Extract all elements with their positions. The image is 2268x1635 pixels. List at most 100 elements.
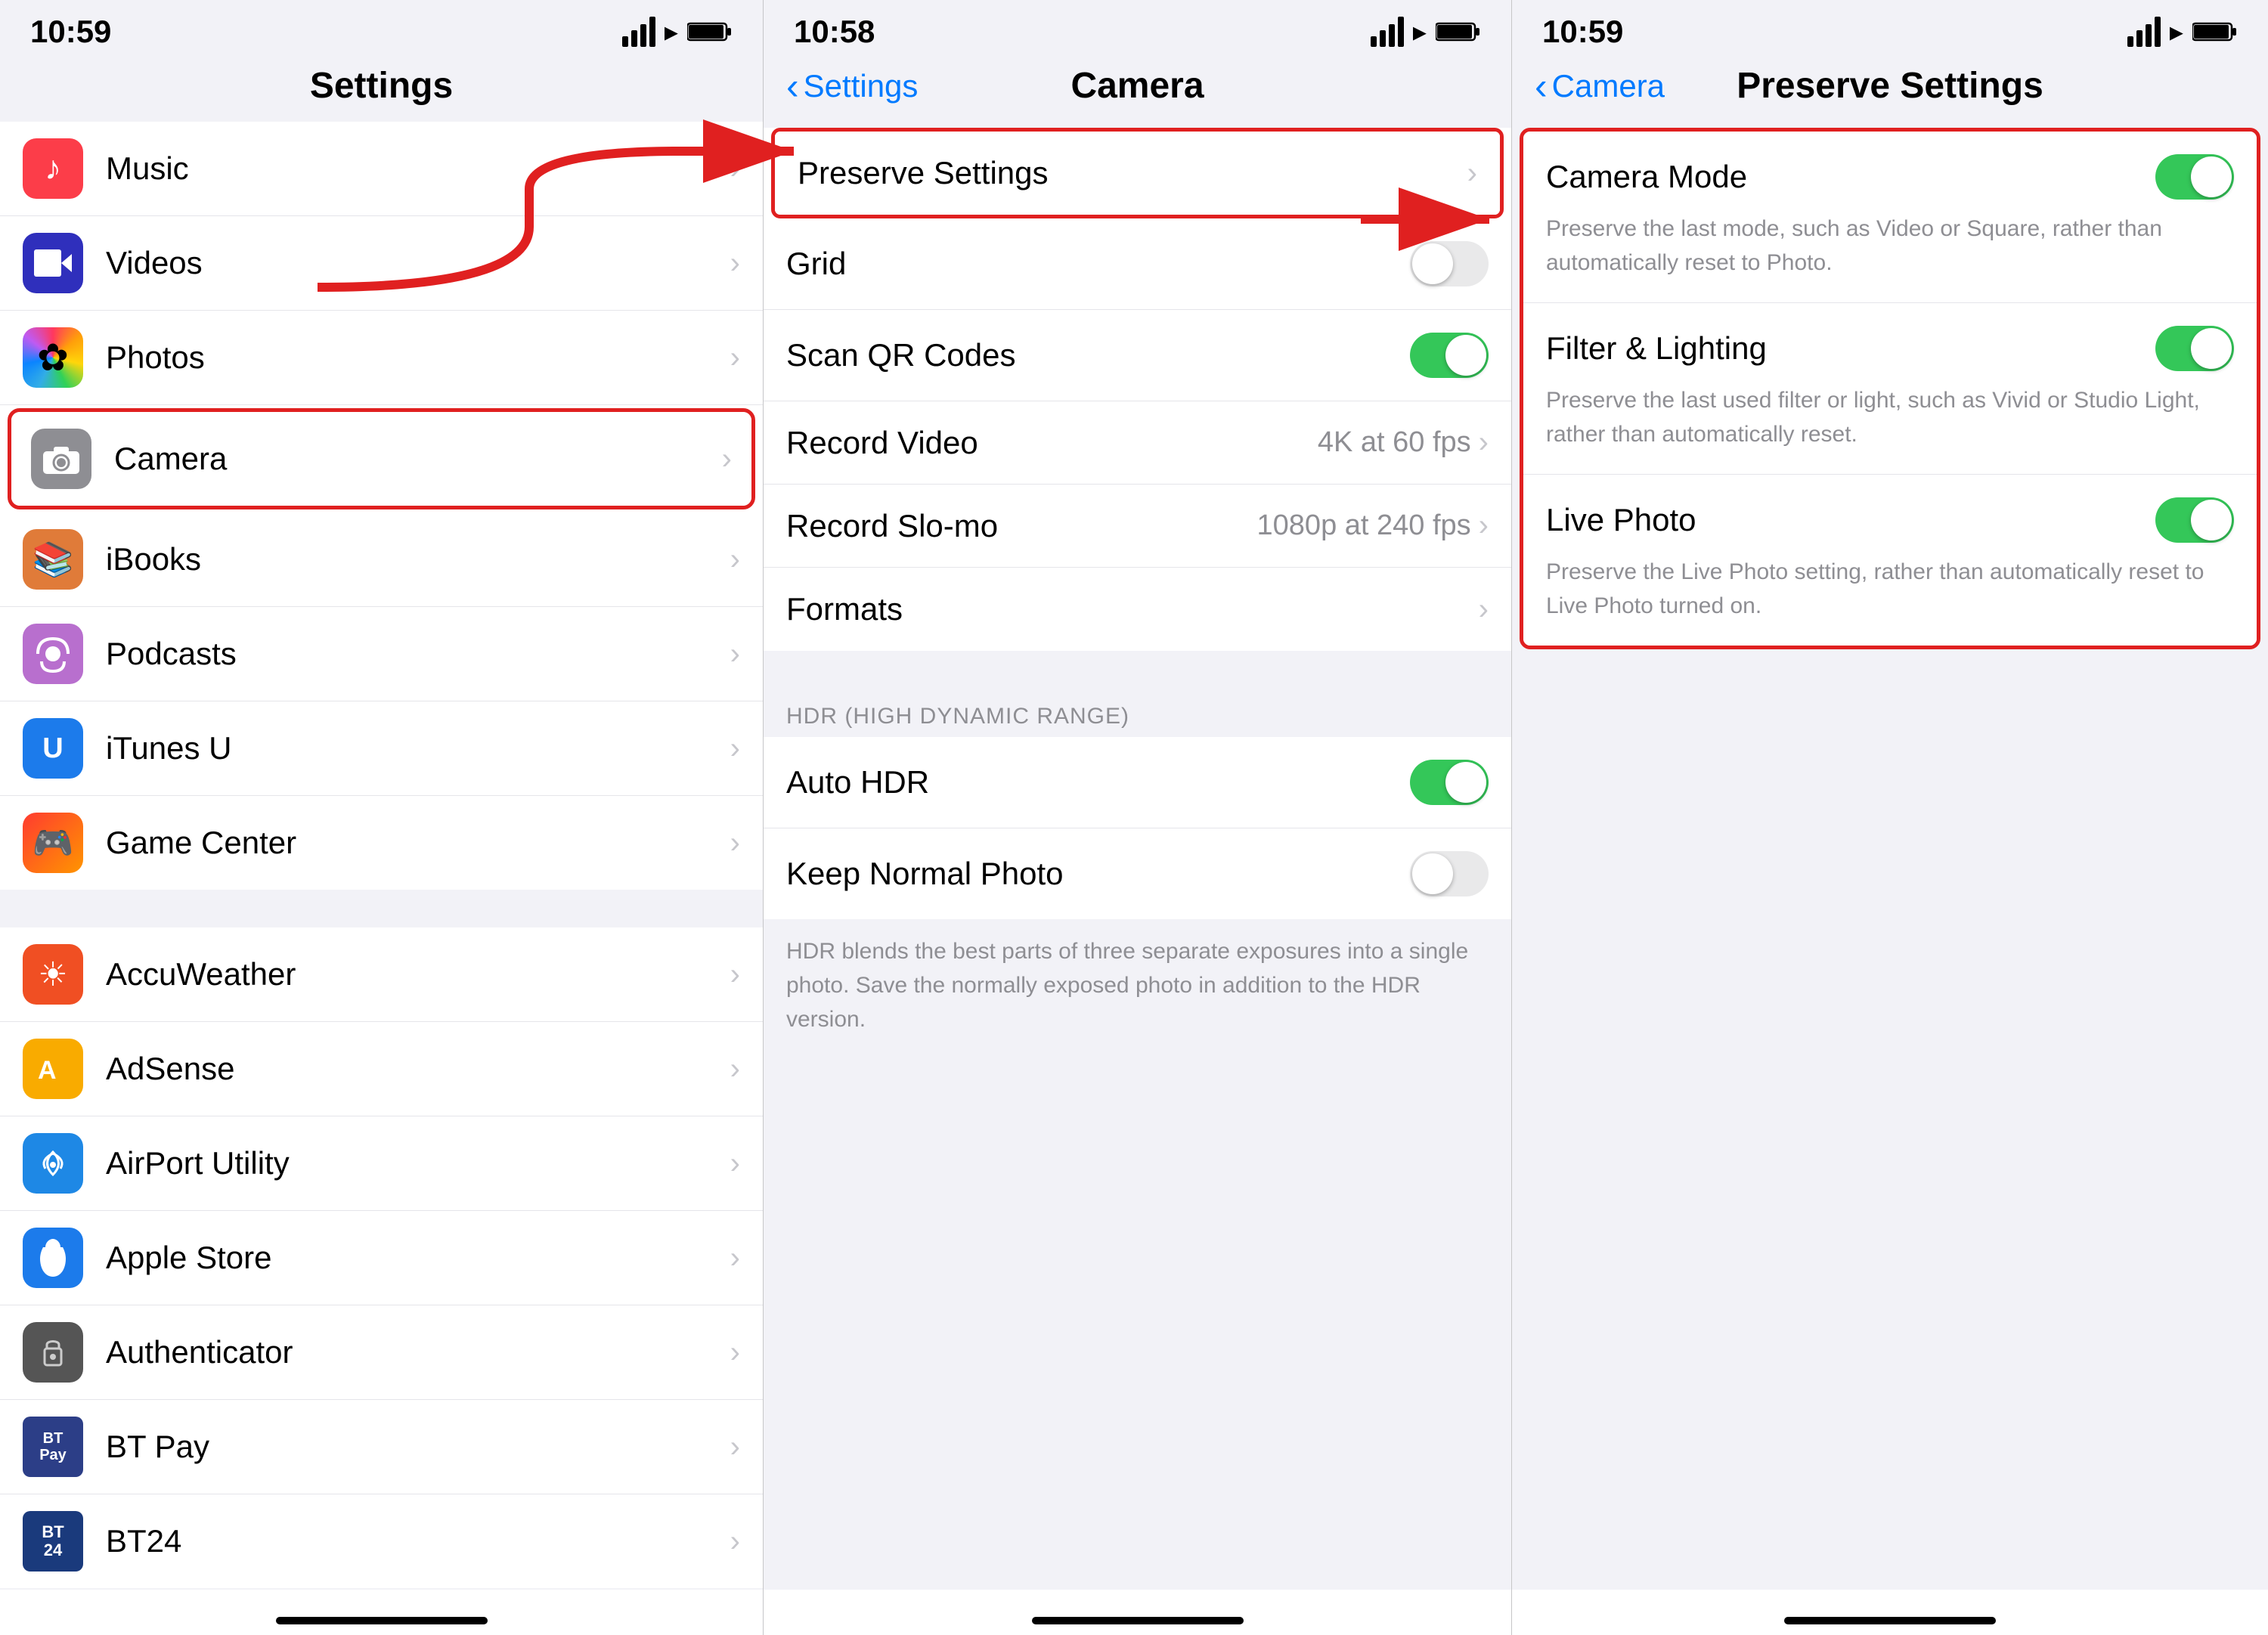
home-bar-2: [1032, 1617, 1244, 1624]
camera-mode-label: Camera Mode: [1546, 159, 2155, 195]
filter-lighting-label: Filter & Lighting: [1546, 330, 2155, 367]
auto-hdr-toggle[interactable]: [1410, 760, 1489, 805]
home-bar-3: [1784, 1617, 1996, 1624]
settings-panel: 10:59 ▸ Settings: [0, 0, 764, 1635]
adsense-label: AdSense: [106, 1051, 730, 1087]
status-bar-1: 10:59 ▸: [0, 0, 763, 57]
preserve-settings-label: Preserve Settings: [798, 155, 1467, 191]
grid-toggle[interactable]: [1410, 241, 1489, 286]
camera-mode-toggle[interactable]: [2155, 154, 2234, 200]
grid-item[interactable]: Grid: [764, 218, 1511, 310]
podcasts-icon: [23, 624, 83, 684]
settings-item-ibooks[interactable]: 📚 iBooks ›: [0, 512, 763, 607]
live-photo-toggle[interactable]: [2155, 497, 2234, 543]
auto-hdr-item[interactable]: Auto HDR: [764, 737, 1511, 828]
filter-lighting-row: Filter & Lighting: [1546, 326, 2234, 371]
keep-normal-photo-item[interactable]: Keep Normal Photo: [764, 828, 1511, 919]
home-indicator-1: [0, 1590, 763, 1635]
camera-mode-item[interactable]: Camera Mode Preserve the last mode, such…: [1523, 132, 2257, 303]
itunes-u-label: iTunes U: [106, 730, 730, 766]
settings-item-game-center[interactable]: 🎮 Game Center ›: [0, 796, 763, 890]
settings-item-photos[interactable]: ✿ Photos ›: [0, 311, 763, 405]
bt24-label: BT24: [106, 1523, 730, 1559]
status-icons-3: ▸: [2127, 16, 2238, 48]
grid-label: Grid: [786, 246, 1410, 282]
wifi-icon-2: ▸: [1413, 16, 1427, 48]
ibooks-label: iBooks: [106, 541, 730, 578]
signal-icon-3: [2127, 17, 2161, 47]
record-video-value: 4K at 60 fps: [1318, 426, 1471, 459]
home-indicator-2: [764, 1590, 1511, 1635]
scan-qr-toggle[interactable]: [1410, 333, 1489, 378]
time-3: 10:59: [1542, 14, 1623, 50]
keep-normal-photo-toggle[interactable]: [1410, 851, 1489, 896]
live-photo-desc: Preserve the Live Photo setting, rather …: [1546, 555, 2234, 623]
record-slomo-item[interactable]: Record Slo-mo 1080p at 240 fps ›: [764, 485, 1511, 568]
filter-lighting-toggle[interactable]: [2155, 326, 2234, 371]
time-1: 10:59: [30, 14, 111, 50]
settings-section-1: ♪ Music › Videos › ✿: [0, 122, 763, 890]
settings-item-videos[interactable]: Videos ›: [0, 216, 763, 311]
settings-item-adsense[interactable]: A AdSense ›: [0, 1022, 763, 1116]
game-center-label: Game Center: [106, 825, 730, 861]
camera-label: Camera: [114, 441, 722, 477]
nav-bar-2: ‹ Settings Camera: [764, 57, 1511, 122]
airport-utility-label: AirPort Utility: [106, 1145, 730, 1181]
live-photo-row: Live Photo: [1546, 497, 2234, 543]
nav-bar-3: ‹ Camera Preserve Settings: [1512, 57, 2268, 122]
auto-hdr-label: Auto HDR: [786, 764, 1410, 800]
settings-item-itunes-u[interactable]: U iTunes U ›: [0, 701, 763, 796]
videos-icon: [23, 233, 83, 293]
music-label: Music: [106, 150, 730, 187]
accuweather-label: AccuWeather: [106, 956, 730, 992]
authenticator-icon: [23, 1322, 83, 1383]
back-button-2[interactable]: ‹ Settings: [786, 67, 918, 105]
page-title-2: Camera: [1070, 65, 1204, 107]
preserve-settings-panel: 10:59 ▸ ‹ Camera: [1512, 0, 2268, 1635]
status-icons-1: ▸: [622, 16, 733, 48]
record-video-item[interactable]: Record Video 4K at 60 fps ›: [764, 401, 1511, 485]
battery-icon-2: [1436, 20, 1481, 43]
filter-lighting-desc: Preserve the last used filter or light, …: [1546, 383, 2234, 451]
camera-item-wrapper: Camera ›: [8, 408, 755, 509]
preserve-items-wrapper: Camera Mode Preserve the last mode, such…: [1520, 128, 2260, 649]
itunes-u-icon: U: [23, 718, 83, 779]
live-photo-label: Live Photo: [1546, 502, 2155, 538]
camera-icon: [31, 429, 91, 489]
settings-item-airport-utility[interactable]: AirPort Utility ›: [0, 1116, 763, 1211]
authenticator-label: Authenticator: [106, 1334, 730, 1370]
back-button-3[interactable]: ‹ Camera: [1535, 67, 1665, 105]
back-label-2: Settings: [804, 68, 919, 104]
record-slomo-value: 1080p at 240 fps: [1257, 509, 1471, 542]
live-photo-item[interactable]: Live Photo Preserve the Live Photo setti…: [1523, 475, 2257, 646]
apple-store-label: Apple Store: [106, 1240, 730, 1276]
settings-item-bt24[interactable]: BT24 BT24 ›: [0, 1494, 763, 1588]
settings-item-podcasts[interactable]: Podcasts ›: [0, 607, 763, 701]
back-arrow-icon-3: ‹: [1535, 67, 1548, 105]
signal-icon-2: [1371, 17, 1404, 47]
photos-icon: ✿: [23, 327, 83, 388]
nav-bar-1: Settings: [0, 57, 763, 122]
preserve-settings-item[interactable]: Preserve Settings ›: [775, 132, 1500, 215]
hdr-description: HDR blends the best parts of three separ…: [764, 919, 1511, 1059]
music-icon: ♪: [23, 138, 83, 199]
photos-label: Photos: [106, 339, 730, 376]
section-gap-1: [0, 890, 763, 927]
settings-item-apple-store[interactable]: Apple Store ›: [0, 1211, 763, 1305]
scan-qr-item[interactable]: Scan QR Codes: [764, 310, 1511, 401]
airport-icon: [23, 1133, 83, 1194]
settings-item-music[interactable]: ♪ Music ›: [0, 122, 763, 216]
time-2: 10:58: [794, 14, 875, 50]
settings-item-camera[interactable]: Camera ›: [11, 412, 751, 506]
camera-settings-list: Preserve Settings › Grid Scan QR Codes: [764, 122, 1511, 1590]
settings-item-accuweather[interactable]: ☀ AccuWeather ›: [0, 927, 763, 1022]
status-bar-2: 10:58 ▸: [764, 0, 1511, 57]
page-title-1: Settings: [310, 65, 453, 107]
filter-lighting-item[interactable]: Filter & Lighting Preserve the last used…: [1523, 303, 2257, 475]
formats-item[interactable]: Formats ›: [764, 568, 1511, 651]
wifi-icon-3: ▸: [2170, 16, 2183, 48]
signal-icon: [622, 17, 655, 47]
settings-item-bt-pay[interactable]: BTPay BT Pay ›: [0, 1400, 763, 1494]
accuweather-icon: ☀: [23, 944, 83, 1005]
settings-item-authenticator[interactable]: Authenticator ›: [0, 1305, 763, 1400]
